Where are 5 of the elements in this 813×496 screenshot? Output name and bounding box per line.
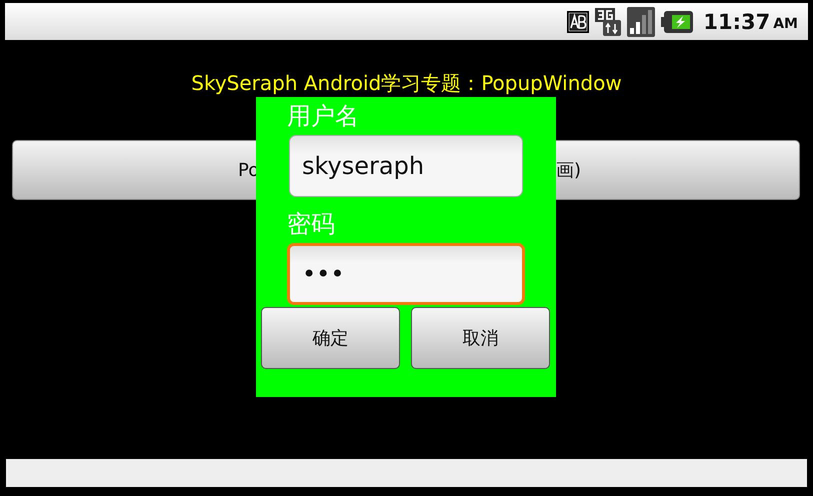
password-label: 密码: [287, 209, 335, 240]
clock-time: 11:37: [703, 10, 770, 34]
clock-meridiem: AM: [773, 16, 798, 32]
page-title: SkySeraph Android学习专题：PopupWindow: [190, 70, 623, 97]
username-label: 用户名: [287, 101, 359, 132]
